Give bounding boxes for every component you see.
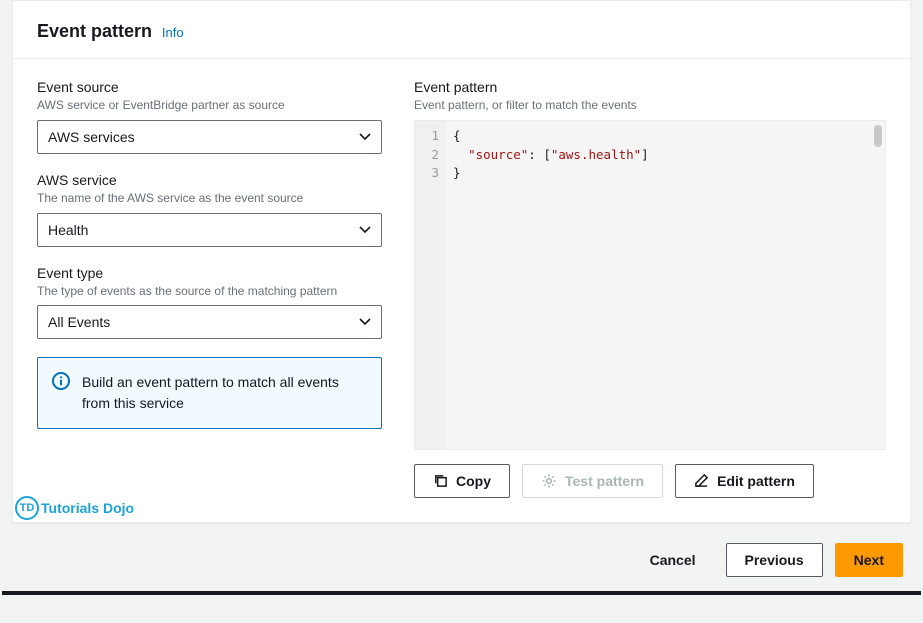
- info-box: Build an event pattern to match all even…: [37, 357, 382, 429]
- code-content: { "source": ["aws.health"] }: [445, 121, 657, 449]
- event-source-desc: AWS service or EventBridge partner as so…: [37, 97, 382, 114]
- editor-buttons: Copy Test pattern Edit pattern: [414, 464, 886, 498]
- info-box-text: Build an event pattern to match all even…: [82, 374, 339, 411]
- previous-button[interactable]: Previous: [726, 543, 823, 577]
- form-column: Event source AWS service or EventBridge …: [37, 79, 382, 498]
- panel-title: Event pattern: [37, 21, 152, 41]
- event-source-value: AWS services: [48, 129, 135, 145]
- pattern-column: Event pattern Event pattern, or filter t…: [414, 79, 886, 498]
- event-type-desc: The type of events as the source of the …: [37, 283, 382, 300]
- code-editor[interactable]: 1 2 3 { "source": ["aws.health"] }: [414, 120, 886, 450]
- panel-body: Event source AWS service or EventBridge …: [13, 59, 910, 522]
- event-type-select[interactable]: All Events: [37, 305, 382, 339]
- copy-icon: [433, 473, 448, 488]
- pattern-desc: Event pattern, or filter to match the ev…: [414, 97, 886, 114]
- caret-down-icon: [359, 226, 371, 234]
- aws-service-desc: The name of the AWS service as the event…: [37, 190, 382, 207]
- aws-service-select[interactable]: Health: [37, 213, 382, 247]
- event-type-value: All Events: [48, 314, 110, 330]
- watermark-text: Tutorials Dojo: [41, 500, 134, 516]
- event-pattern-panel: Event pattern Info Event source AWS serv…: [12, 0, 911, 523]
- caret-down-icon: [359, 133, 371, 141]
- gear-icon: [541, 473, 557, 489]
- next-button[interactable]: Next: [835, 543, 903, 577]
- edit-pattern-button[interactable]: Edit pattern: [675, 464, 814, 498]
- info-icon: [52, 372, 70, 396]
- aws-service-value: Health: [48, 222, 88, 238]
- cancel-button[interactable]: Cancel: [632, 543, 714, 577]
- event-type-label: Event type: [37, 265, 382, 281]
- pattern-label: Event pattern: [414, 79, 886, 95]
- test-pattern-button: Test pattern: [522, 464, 663, 498]
- event-type-field: Event type The type of events as the sou…: [37, 265, 382, 340]
- bottom-bar: [2, 591, 921, 595]
- watermark-logo: TD: [15, 496, 39, 520]
- edit-icon: [694, 473, 709, 488]
- aws-service-field: AWS service The name of the AWS service …: [37, 172, 382, 247]
- caret-down-icon: [359, 318, 371, 326]
- event-source-label: Event source: [37, 79, 382, 95]
- aws-service-label: AWS service: [37, 172, 382, 188]
- panel-header: Event pattern Info: [13, 1, 910, 59]
- scrollbar-thumb[interactable]: [874, 125, 882, 147]
- info-link[interactable]: Info: [162, 25, 184, 40]
- event-source-select[interactable]: AWS services: [37, 120, 382, 154]
- event-source-field: Event source AWS service or EventBridge …: [37, 79, 382, 154]
- wizard-footer: Cancel Previous Next: [0, 535, 923, 591]
- watermark: TD Tutorials Dojo: [15, 496, 134, 520]
- copy-button[interactable]: Copy: [414, 464, 510, 498]
- code-gutter: 1 2 3: [415, 121, 445, 449]
